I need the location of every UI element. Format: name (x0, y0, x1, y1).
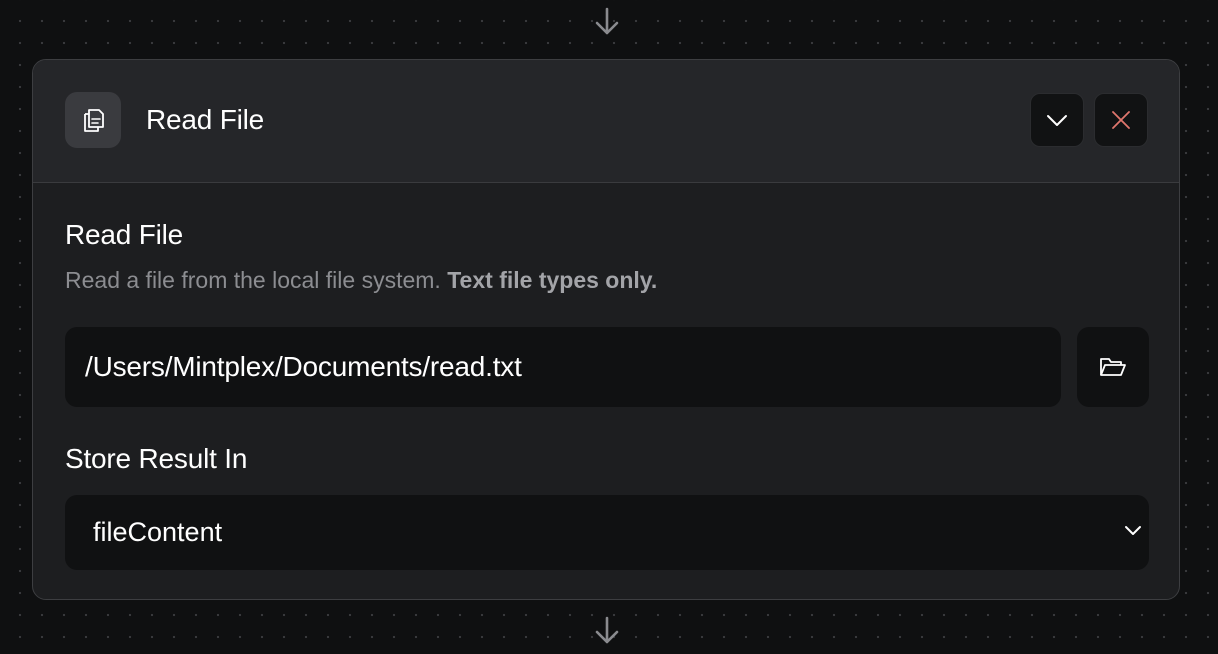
file-path-value: /Users/Mintplex/Documents/read.txt (85, 351, 522, 382)
block-description: Read a file from the local file system. … (65, 267, 657, 294)
flow-connector-bottom (594, 615, 620, 645)
block-header: Read File (33, 60, 1179, 183)
file-path-input[interactable]: /Users/Mintplex/Documents/read.txt (65, 327, 1061, 407)
chevron-down-icon (1047, 115, 1067, 126)
arrow-down-icon (595, 7, 619, 35)
collapse-button[interactable] (1030, 93, 1084, 147)
description-emphasis: Text file types only. (447, 267, 658, 293)
file-copy-icon (65, 92, 121, 148)
arrow-down-icon (595, 616, 619, 644)
flow-connector-top (594, 6, 620, 36)
close-icon (1112, 111, 1130, 129)
section-title: Read File (65, 219, 184, 250)
store-result-label: Store Result In (65, 443, 248, 474)
read-file-block: Read File Read File Read a file from the… (32, 59, 1180, 600)
block-header-title: Read File (146, 104, 265, 135)
store-result-select[interactable]: fileContent (65, 495, 1149, 570)
folder-open-icon (1100, 358, 1126, 376)
delete-block-button[interactable] (1094, 93, 1148, 147)
chevron-down-icon (1125, 526, 1141, 535)
description-text: Read a file from the local file system. (65, 267, 441, 293)
browse-file-button[interactable] (1077, 327, 1149, 407)
store-result-value: fileContent (93, 517, 223, 547)
